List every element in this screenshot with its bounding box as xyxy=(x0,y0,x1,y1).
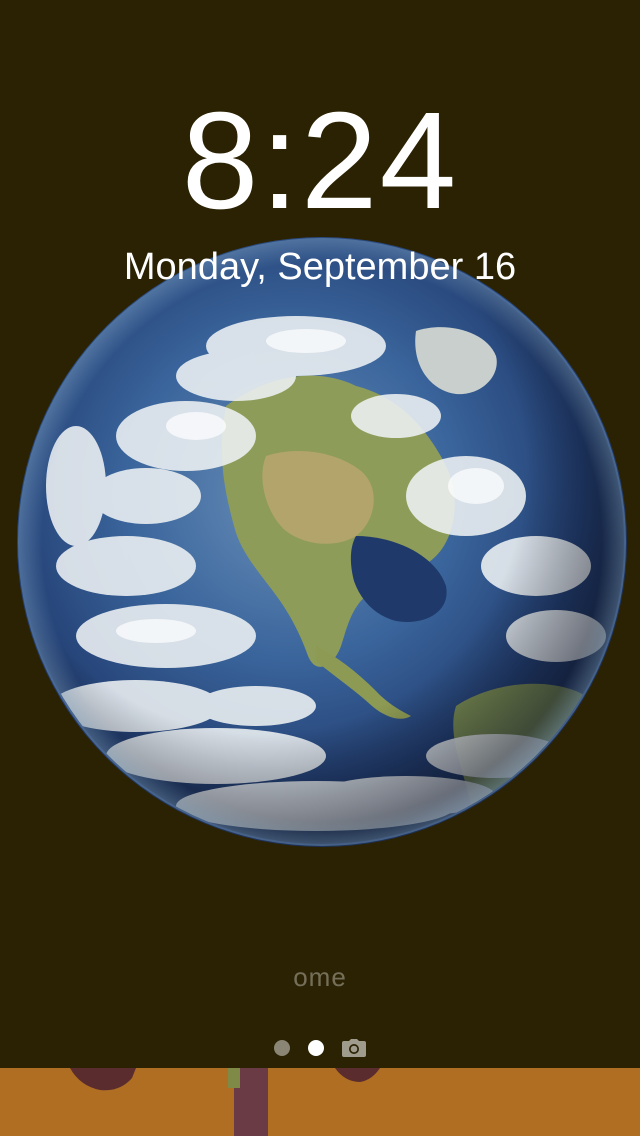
page-dot-active[interactable] xyxy=(308,1040,324,1056)
lock-screen[interactable]: 8:24 Monday, September 16 ome xyxy=(0,0,640,1136)
lock-clock: 8:24 xyxy=(181,84,459,238)
page-indicator[interactable] xyxy=(0,1038,640,1058)
lock-date: Monday, September 16 xyxy=(123,246,517,288)
camera-icon[interactable] xyxy=(342,1039,366,1057)
page-dot[interactable] xyxy=(274,1040,290,1056)
earth-wallpaper-image xyxy=(16,236,628,848)
home-screen-peek xyxy=(0,1068,640,1136)
slide-to-unlock-hint[interactable]: ome xyxy=(0,962,640,993)
